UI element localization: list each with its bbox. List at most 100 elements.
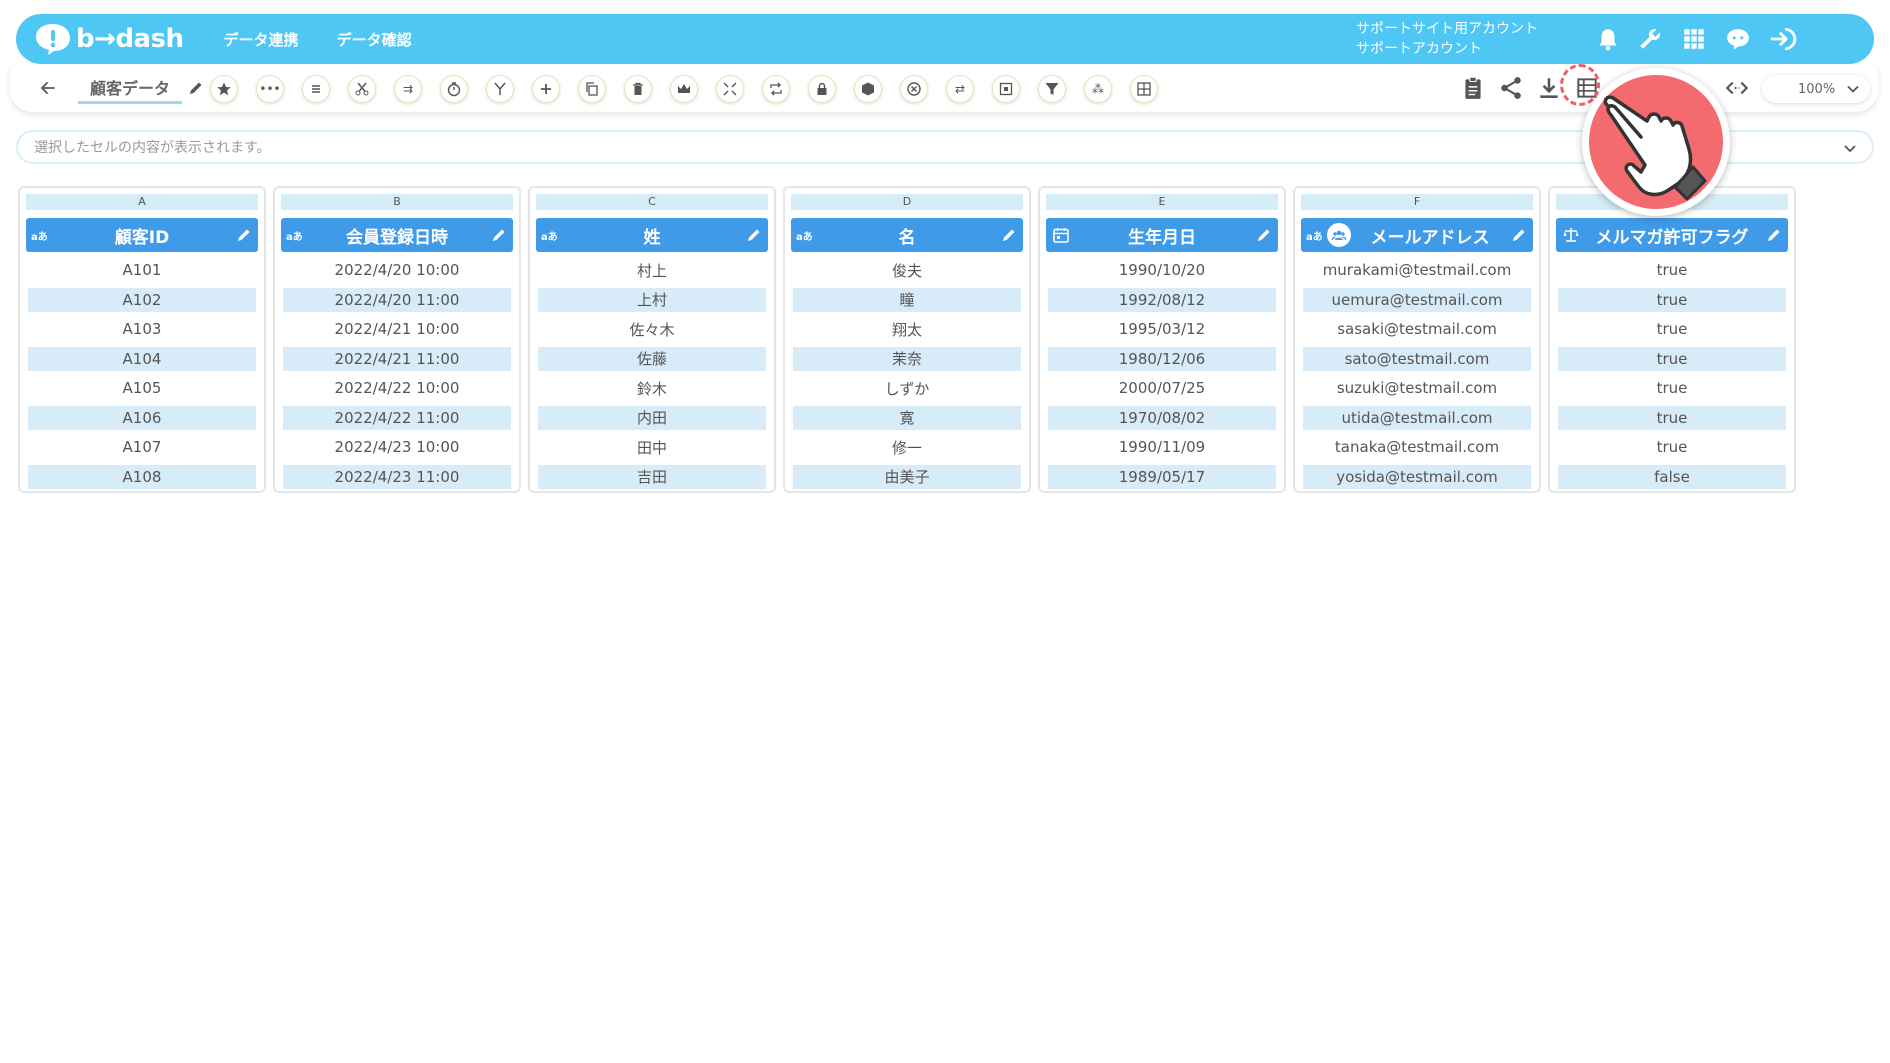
compress-icon[interactable] [716,75,744,103]
table-cell[interactable]: 2022/4/22 10:00 [283,376,511,400]
column-header-first-name[interactable]: aあ 名 [791,218,1023,252]
repeat-icon[interactable] [762,75,790,103]
bell-icon[interactable] [1594,26,1622,52]
box-icon[interactable] [854,75,882,103]
table-cell[interactable]: 翔太 [793,317,1021,341]
apps-grid-icon[interactable] [1680,26,1708,52]
wrench-icon[interactable] [1636,26,1664,52]
column-header-email[interactable]: aあ メールアドレス [1301,218,1533,252]
swap-icon[interactable]: ⇄ [946,75,974,103]
move-columns-icon[interactable]: ⇉ [394,75,422,103]
table-cell[interactable]: utida@testmail.com [1303,405,1531,430]
table-cell[interactable]: 2000/07/25 [1048,376,1276,400]
table-cell[interactable]: A106 [28,405,256,430]
table-cell[interactable]: 佐々木 [538,317,766,341]
clipboard-icon[interactable] [1460,75,1486,101]
column-header-birth-date[interactable]: 生年月日 [1046,218,1278,252]
frame-icon[interactable] [992,75,1020,103]
filter-icon[interactable] [1038,75,1066,103]
table-cell[interactable]: yosida@testmail.com [1303,464,1531,489]
chat-icon[interactable] [1724,26,1752,52]
nav-data-integration[interactable]: データ連携 [224,29,299,50]
share-icon[interactable] [1498,75,1524,101]
lock-icon[interactable] [808,75,836,103]
table-cell[interactable]: 寛 [793,405,1021,430]
table-cell[interactable]: 1992/08/12 [1048,287,1276,312]
grid-icon[interactable] [1130,75,1158,103]
table-cell[interactable]: A108 [28,464,256,489]
table-cell[interactable]: true [1558,346,1786,371]
table-cell[interactable]: 2022/4/23 10:00 [283,435,511,459]
favorite-star-icon[interactable] [210,75,238,103]
account-info[interactable]: サポートサイト用アカウント サポートアカウント [1356,19,1538,59]
table-cell[interactable]: true [1558,435,1786,459]
merge-icon[interactable] [486,75,514,103]
table-cell[interactable]: 吉田 [538,464,766,489]
nav-data-check[interactable]: データ確認 [337,29,412,50]
table-cell[interactable]: false [1558,464,1786,489]
table-cell[interactable]: 2022/4/21 11:00 [283,346,511,371]
table-cell[interactable]: A101 [28,258,256,282]
sheet-name-tab[interactable]: 顧客データ [78,75,183,104]
table-cell[interactable]: しずか [793,376,1021,400]
table-cell[interactable]: 1990/11/09 [1048,435,1276,459]
add-icon[interactable] [532,75,560,103]
table-cell[interactable]: 村上 [538,258,766,282]
table-cell[interactable]: 2022/4/20 10:00 [283,258,511,282]
column-header-registration-datetime[interactable]: aあ 会員登録日時 [281,218,513,252]
table-cell[interactable]: 2022/4/21 10:00 [283,317,511,341]
copy-icon[interactable] [578,75,606,103]
table-cell[interactable]: 鈴木 [538,376,766,400]
edit-column-pencil-icon[interactable] [1256,227,1272,243]
table-cell[interactable]: 内田 [538,405,766,430]
trash-icon[interactable] [624,75,652,103]
table-cell[interactable]: 佐藤 [538,346,766,371]
table-cell[interactable]: 1990/10/20 [1048,258,1276,282]
table-cell[interactable]: sasaki@testmail.com [1303,317,1531,341]
table-cell[interactable]: 1970/08/02 [1048,405,1276,430]
scissors-icon[interactable] [348,75,376,103]
column-header-customer-id[interactable]: aあ 顧客ID [26,218,258,252]
table-cell[interactable]: suzuki@testmail.com [1303,376,1531,400]
edit-column-pencil-icon[interactable] [1511,227,1527,243]
column-letter[interactable]: B [281,194,513,210]
crown-icon[interactable] [670,75,698,103]
table-cell[interactable]: true [1558,376,1786,400]
list-icon[interactable] [302,75,330,103]
table-cell[interactable]: 茉奈 [793,346,1021,371]
edit-column-pencil-icon[interactable] [1766,227,1782,243]
table-cell[interactable]: 上村 [538,287,766,312]
table-cell[interactable]: sato@testmail.com [1303,346,1531,371]
edit-column-pencil-icon[interactable] [236,227,252,243]
table-cell[interactable]: true [1558,405,1786,430]
edit-column-pencil-icon[interactable] [1001,227,1017,243]
column-letter[interactable]: C [536,194,768,210]
table-cell[interactable]: 1980/12/06 [1048,346,1276,371]
table-cell[interactable]: uemura@testmail.com [1303,287,1531,312]
column-letter[interactable]: A [26,194,258,210]
table-cell[interactable]: true [1558,287,1786,312]
table-cell[interactable]: 俊夫 [793,258,1021,282]
table-cell[interactable]: 1989/05/17 [1048,464,1276,489]
cancel-icon[interactable] [900,75,928,103]
table-cell[interactable]: 2022/4/20 11:00 [283,287,511,312]
table-cell[interactable]: A107 [28,435,256,459]
table-cell[interactable]: A102 [28,287,256,312]
table-cell[interactable]: 修一 [793,435,1021,459]
rename-pencil-icon[interactable] [188,80,204,96]
column-letter[interactable]: D [791,194,1023,210]
edit-column-pencil-icon[interactable] [746,227,762,243]
logout-icon[interactable] [1768,26,1800,52]
table-cell[interactable]: A105 [28,376,256,400]
column-letter[interactable]: E [1046,194,1278,210]
table-cell[interactable]: 1995/03/12 [1048,317,1276,341]
table-cell[interactable]: A104 [28,346,256,371]
bdash-logo[interactable]: b→dash [34,22,184,56]
table-cell[interactable]: 2022/4/22 11:00 [283,405,511,430]
table-cell[interactable]: murakami@testmail.com [1303,258,1531,282]
table-cell[interactable]: 田中 [538,435,766,459]
column-header-newsletter-flag[interactable]: メルマガ許可フラグ [1556,218,1788,252]
more-options-icon[interactable]: ••• [256,75,284,103]
download-icon[interactable] [1536,75,1562,101]
table-cell[interactable]: A103 [28,317,256,341]
